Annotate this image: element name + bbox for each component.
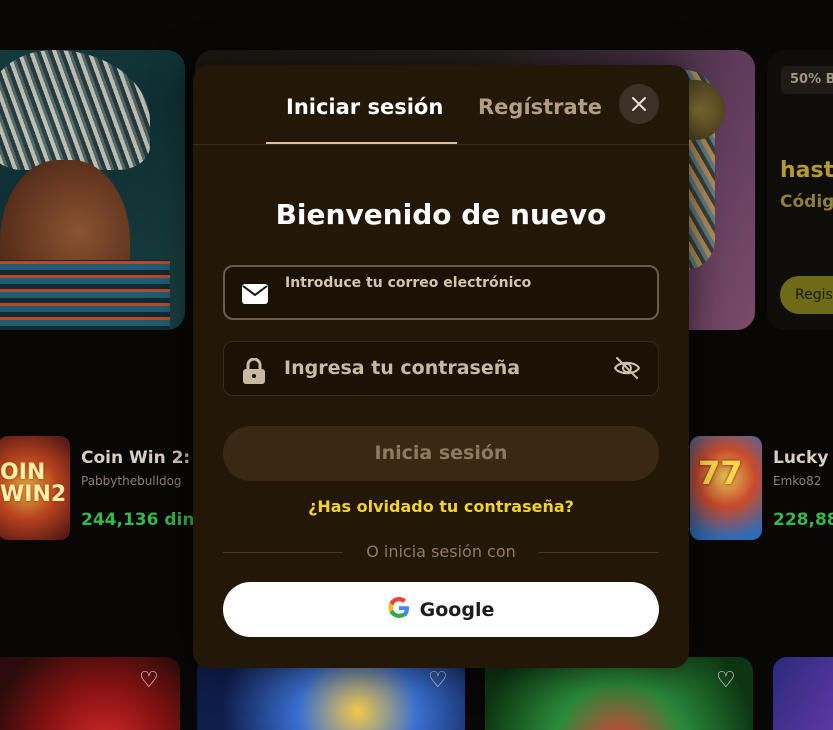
tab-register[interactable]: Regístrate xyxy=(478,95,602,119)
modal-title: Bienvenido de nuevo xyxy=(275,198,607,231)
auth-tabs: Iniciar sesión Regístrate xyxy=(193,65,689,145)
password-field[interactable]: Ingresa tu contraseña xyxy=(223,341,659,396)
game-thumbnail[interactable]: 77 xyxy=(690,436,762,540)
login-modal: Iniciar sesión Regístrate Bienvenido de … xyxy=(193,65,689,668)
pattern-art xyxy=(0,260,170,330)
hero-banner-left[interactable] xyxy=(0,50,185,330)
game-author: Emko82 xyxy=(773,474,822,488)
close-icon xyxy=(632,97,646,111)
divider-line xyxy=(539,552,659,553)
email-field-label: Introduce tu correo electrónico xyxy=(285,275,532,291)
forgot-password-link[interactable]: ¿Has olvidado tu contraseña? xyxy=(193,497,689,516)
tab-login[interactable]: Iniciar sesión xyxy=(286,95,443,119)
promo-subline: Códig xyxy=(780,192,833,212)
active-tab-indicator xyxy=(266,142,457,144)
email-field[interactable]: Introduce tu correo electrónico xyxy=(223,265,659,320)
page: 50% B hast Códig Regis OIN WIN2 Coin Win… xyxy=(0,0,833,730)
google-icon xyxy=(388,596,410,623)
login-submit-button[interactable]: Inicia sesión xyxy=(223,426,659,481)
promo-register-button[interactable]: Regis xyxy=(780,276,833,314)
heart-icon[interactable]: ♡ xyxy=(139,670,159,692)
mail-icon xyxy=(242,284,268,308)
game-title[interactable]: Lucky F xyxy=(773,448,833,468)
lock-icon xyxy=(242,357,266,388)
promo-headline: hast xyxy=(780,158,833,183)
eye-off-icon[interactable] xyxy=(613,354,641,386)
heart-icon[interactable]: ♡ xyxy=(428,670,448,692)
promo-chip: 50% B xyxy=(781,66,833,94)
feather-headdress-art xyxy=(0,50,150,170)
close-button[interactable] xyxy=(619,84,659,124)
game-tile[interactable] xyxy=(773,657,833,730)
password-placeholder: Ingresa tu contraseña xyxy=(284,357,521,379)
social-divider: O inicia sesión con xyxy=(223,542,659,562)
thumb-text: 77 xyxy=(698,454,743,492)
heart-icon[interactable]: ♡ xyxy=(716,670,736,692)
game-amount: 228,88 xyxy=(773,510,833,530)
google-login-button[interactable]: Google xyxy=(223,582,659,637)
google-button-label: Google xyxy=(419,598,495,621)
